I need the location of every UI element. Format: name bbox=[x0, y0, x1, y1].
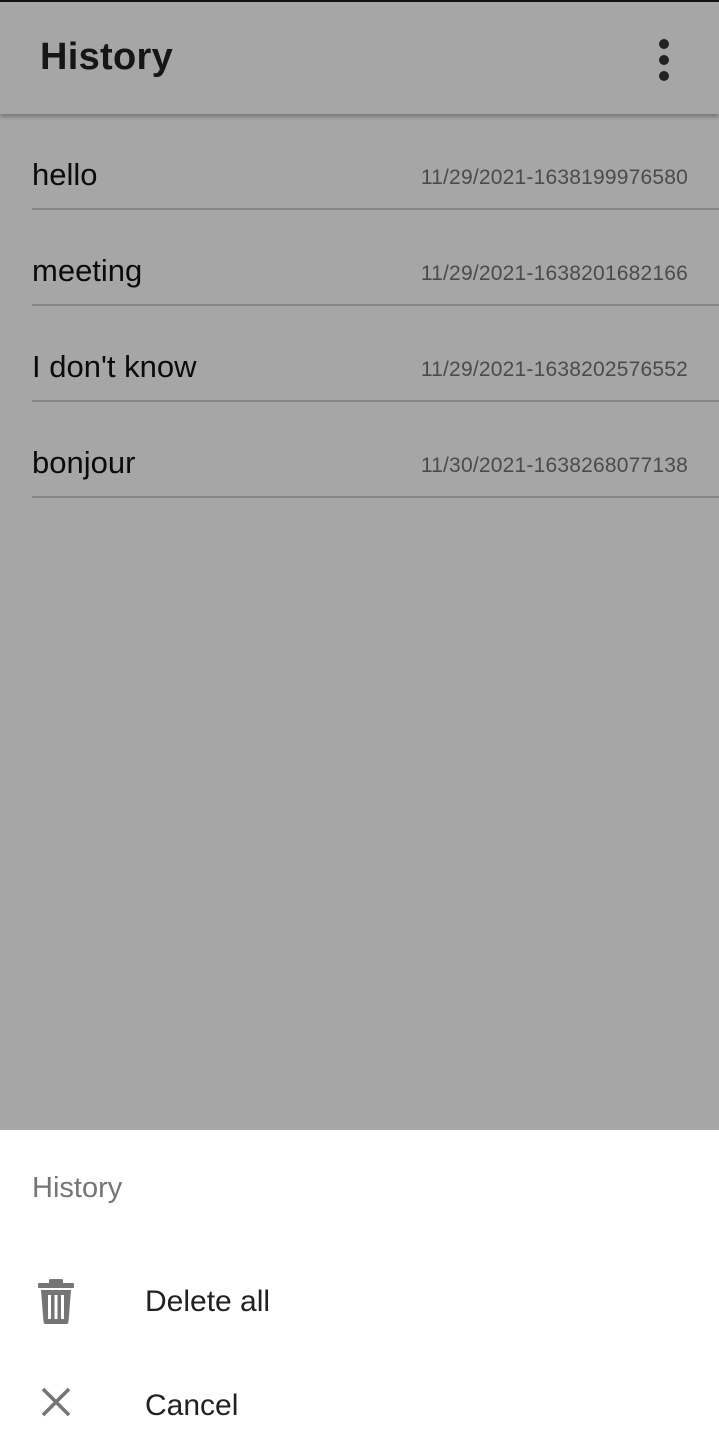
delete-all-label: Delete all bbox=[145, 1285, 271, 1318]
cancel-label: Cancel bbox=[145, 1389, 239, 1422]
bottom-sheet: History Delete all Cancel bbox=[0, 1130, 719, 1453]
close-icon bbox=[41, 1387, 71, 1417]
delete-all-button[interactable]: Delete all bbox=[0, 1252, 719, 1352]
sheet-title: History bbox=[32, 1172, 123, 1204]
cancel-button[interactable]: Cancel bbox=[0, 1356, 719, 1456]
trash-icon bbox=[38, 1279, 74, 1324]
